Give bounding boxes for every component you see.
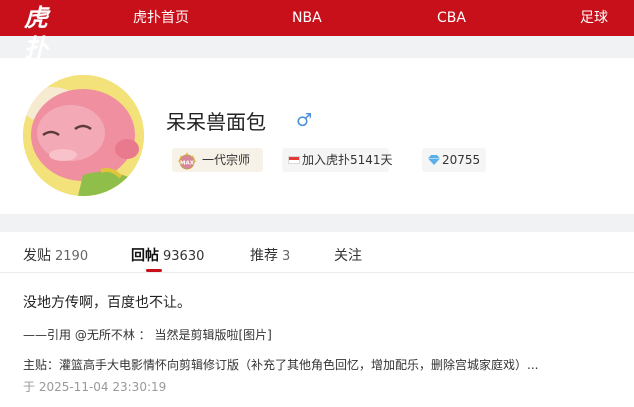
tab-following[interactable]: 关注 xyxy=(334,244,362,268)
male-icon: ♂ xyxy=(296,110,313,131)
username: 呆呆兽面包 xyxy=(166,110,266,134)
rank-icon-text: MAX xyxy=(180,161,195,167)
tab-posts[interactable]: 发贴 2190 xyxy=(23,244,88,268)
profile-card: 呆呆兽面包 ♂ MAX 一代宗师 加入虎扑5141天 20755 xyxy=(0,58,634,214)
reply-timestamp: 于 2025-11-04 23:30:19 xyxy=(23,380,167,394)
tab-recommend-count: 3 xyxy=(282,249,291,264)
points-value: 20755 xyxy=(442,153,481,167)
nav-item-nba[interactable]: NBA xyxy=(292,0,322,36)
rank-badge-label: 一代宗师 xyxy=(202,153,251,167)
nav-item-home[interactable]: 虎扑首页 xyxy=(133,0,189,36)
avatar[interactable] xyxy=(23,75,144,196)
tab-posts-label: 发贴 xyxy=(23,248,51,264)
flag-icon xyxy=(288,156,300,164)
content-panel: 发贴 2190 回帖 93630 推荐 3 关注 没地方传啊，百度也不让。 ——引用 … xyxy=(0,232,634,407)
thread-title[interactable]: 灌篮高手大电影情怀向剪辑修订版（补充了其他角色回忆，增加配乐，删除宫城家庭戏）.… xyxy=(59,358,538,372)
tab-recommend-label: 推荐 xyxy=(250,248,278,264)
tab-replies[interactable]: 回帖 93630 xyxy=(131,244,204,268)
quote-line[interactable]: ——引用 @无所不林 ： 当然是剪辑版啦[图片] xyxy=(23,326,272,343)
tab-replies-label: 回帖 xyxy=(131,248,159,264)
points-badge: 20755 xyxy=(422,148,486,172)
diamond-icon xyxy=(428,155,440,165)
nav-item-soccer[interactable]: 足球 xyxy=(580,0,608,36)
tab-replies-count: 93630 xyxy=(163,249,205,264)
reply-text[interactable]: 没地方传啊，百度也不让。 xyxy=(23,292,191,312)
tab-following-label: 关注 xyxy=(334,248,362,264)
rank-medal-icon: MAX xyxy=(178,152,196,170)
thread-prefix: 主贴： xyxy=(23,358,60,372)
thread-link[interactable]: 主贴：灌篮高手大电影情怀向剪辑修订版（补充了其他角色回忆，增加配乐，删除宫城家庭… xyxy=(23,356,633,373)
avatar-illustration xyxy=(23,75,144,196)
top-nav-bar: 虎扑 虎扑首页 NBA CBA 足球 xyxy=(0,0,634,62)
join-days-badge: 加入虎扑5141天 xyxy=(282,148,393,172)
hupu-logo[interactable]: 虎扑 xyxy=(24,3,64,62)
tab-recommend[interactable]: 推荐 3 xyxy=(250,244,290,268)
join-days-label: 加入虎扑5141天 xyxy=(302,153,393,167)
tab-posts-count: 2190 xyxy=(55,249,89,264)
nav-item-cba[interactable]: CBA xyxy=(437,0,466,36)
rank-badge[interactable]: MAX 一代宗师 xyxy=(172,148,263,172)
tab-divider xyxy=(0,272,634,273)
